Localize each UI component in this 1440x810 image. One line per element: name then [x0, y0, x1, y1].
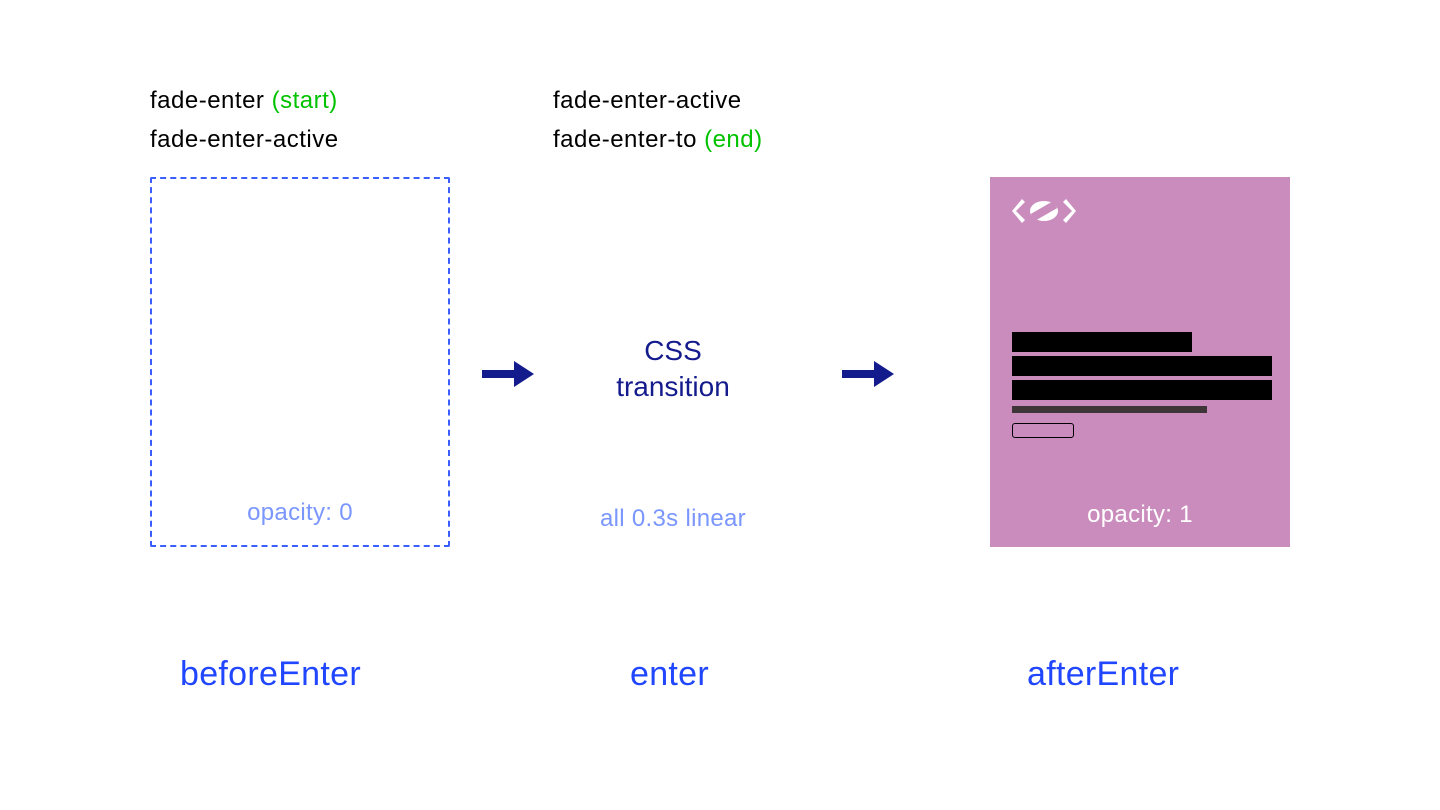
placeholder-bar	[1012, 380, 1272, 400]
placeholder-bar-thin	[1012, 406, 1207, 413]
hook-before-enter: beforeEnter	[180, 655, 361, 694]
before-labels: fade-enter (start) fade-enter-active	[150, 85, 450, 155]
before-label-2: fade-enter-active	[150, 124, 450, 155]
component-logo-icon	[1012, 195, 1076, 232]
timing-label: all 0.3s linear	[553, 505, 793, 533]
hook-after-enter: afterEnter	[1027, 655, 1179, 694]
transition-diagram: fade-enter (start) fade-enter-active opa…	[150, 85, 1290, 725]
before-label-1-suffix: (start)	[272, 87, 338, 114]
after-box: opacity: 1	[990, 177, 1290, 547]
css-line-1: CSS	[553, 333, 793, 369]
stage-after-enter: x x opacity: 1	[990, 85, 1290, 547]
after-opacity-text: opacity: 1	[990, 501, 1290, 529]
enter-label-2-suffix: (end)	[704, 126, 763, 153]
component-content-placeholder	[1012, 332, 1272, 438]
enter-labels: fade-enter-active fade-enter-to (end)	[553, 85, 793, 155]
before-label-1-text: fade-enter	[150, 87, 272, 114]
placeholder-bar	[1012, 332, 1192, 352]
timing-label-wrap: all 0.3s linear	[553, 505, 793, 533]
stage-enter: fade-enter-active fade-enter-to (end)	[553, 85, 793, 177]
arrow-icon	[480, 359, 534, 394]
enter-label-2: fade-enter-to (end)	[553, 124, 793, 155]
css-line-2: transition	[553, 369, 793, 405]
enter-label-2-text: fade-enter-to	[553, 126, 704, 153]
enter-label-1: fade-enter-active	[553, 85, 793, 116]
before-opacity-text: opacity: 0	[152, 499, 448, 527]
before-label-1: fade-enter (start)	[150, 85, 450, 116]
placeholder-bar	[1012, 356, 1272, 376]
before-box: opacity: 0	[150, 177, 450, 547]
stage-before-enter: fade-enter (start) fade-enter-active opa…	[150, 85, 450, 547]
css-transition-label: CSS transition	[553, 333, 793, 406]
arrow-icon	[840, 359, 894, 394]
hook-enter: enter	[630, 655, 709, 694]
placeholder-button-outline	[1012, 423, 1074, 438]
